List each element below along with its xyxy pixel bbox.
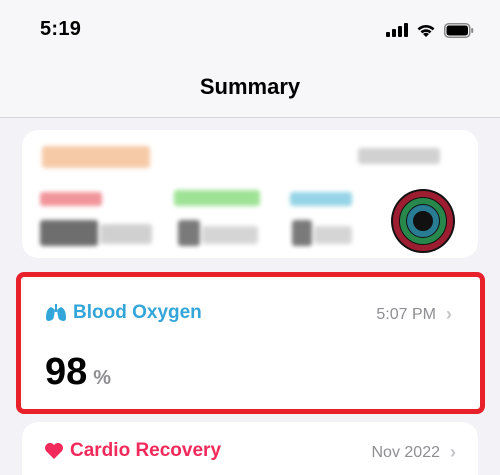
activity-obscured-text [314,226,352,244]
blood-oxygen-unit: % [93,367,112,389]
activity-obscured-text [292,220,312,246]
cardio-recovery-title: Cardio Recovery [44,440,221,462]
activity-obscured-text [40,220,98,246]
activity-obscured-text [358,148,440,164]
status-icons [386,20,474,40]
page-title: Summary [199,74,301,99]
heart-icon [45,443,63,459]
activity-summary-card[interactable] [22,130,478,258]
chevron-right-icon: › [446,304,452,324]
battery-icon [444,22,474,38]
cardio-recovery-timestamp: Nov 2022 › [372,442,457,463]
lungs-icon [46,304,66,321]
chevron-right-icon: › [450,442,456,462]
activity-obscured-text [40,192,102,206]
cardio-recovery-label: Cardio Recovery [70,440,222,461]
activity-rings-icon [391,189,455,253]
blood-oxygen-title: Blood Oxygen [45,302,202,324]
blood-oxygen-timestamp: 5:07 PM › [376,304,452,325]
blood-oxygen-label: Blood Oxygen [73,302,202,323]
activity-obscured-text [100,224,152,244]
blood-oxygen-value-row: 98 % [45,351,111,394]
cardio-recovery-card[interactable]: Cardio Recovery Nov 2022 › [22,422,478,475]
blood-oxygen-time: 5:07 PM [376,305,436,323]
activity-obscured-text [202,226,258,244]
blood-oxygen-value: 98 [45,351,88,393]
activity-obscured-text [290,192,352,206]
status-time: 5:19 [40,18,82,40]
wifi-icon [417,24,435,37]
status-bar: 5:19 [0,0,500,58]
blood-oxygen-card[interactable]: Blood Oxygen 5:07 PM › 98 % [16,272,485,414]
activity-obscured-text [42,146,150,168]
activity-obscured-text [178,220,200,246]
cardio-recovery-date: Nov 2022 [371,443,441,461]
cellular-signal-icon [386,23,408,37]
activity-obscured-text [174,190,260,206]
